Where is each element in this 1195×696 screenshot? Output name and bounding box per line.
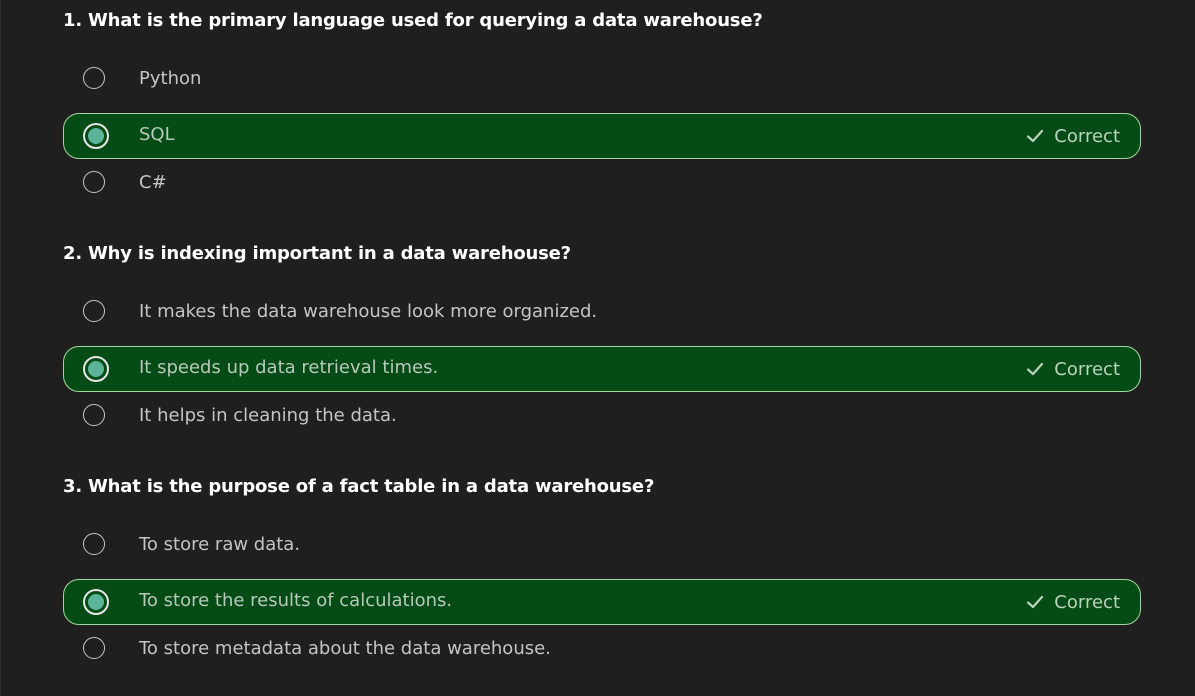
radio-button[interactable] — [83, 404, 105, 426]
feedback-text: Correct — [1054, 358, 1120, 380]
question-2-option-3[interactable]: It helps in cleaning the data. — [63, 394, 1141, 440]
quiz-page: { "questions": [ { "title": "1. What is … — [0, 0, 1195, 696]
question-1-option-2[interactable]: SQL Correct — [63, 113, 1141, 159]
question-1-option-3[interactable]: C# — [63, 161, 1141, 207]
option-label: It makes the data warehouse look more or… — [139, 301, 598, 322]
option-label: It speeds up data retrieval times. — [139, 357, 439, 378]
option-label: SQL — [139, 124, 175, 145]
option-label: To store metadata about the data warehou… — [139, 638, 551, 659]
correct-feedback: Correct — [1025, 590, 1120, 614]
option-label: To store the results of calculations. — [139, 590, 453, 611]
question-2-title: 2. Why is indexing important in a data w… — [63, 243, 571, 264]
question-2-option-1[interactable]: It makes the data warehouse look more or… — [63, 290, 1141, 336]
question-3-option-3[interactable]: To store metadata about the data warehou… — [63, 627, 1141, 673]
radio-button[interactable] — [83, 171, 105, 193]
option-label: To store raw data. — [139, 534, 301, 555]
option-label: Python — [139, 68, 202, 89]
question-3-option-2[interactable]: To store the results of calculations. Co… — [63, 579, 1141, 625]
correct-feedback: Correct — [1025, 357, 1120, 381]
question-1-title: 1. What is the primary language used for… — [63, 10, 763, 31]
correct-feedback: Correct — [1025, 124, 1120, 148]
checkmark-icon — [1027, 595, 1044, 609]
radio-button[interactable] — [83, 67, 105, 89]
question-3-title: 3. What is the purpose of a fact table i… — [63, 476, 655, 497]
radio-button-selected[interactable] — [83, 356, 109, 382]
radio-button[interactable] — [83, 533, 105, 555]
checkmark-icon — [1027, 129, 1044, 143]
radio-button-selected[interactable] — [83, 589, 109, 615]
checkmark-icon — [1027, 362, 1044, 376]
option-label: C# — [139, 172, 167, 193]
question-1-option-1[interactable]: Python — [63, 57, 1141, 103]
option-label: It helps in cleaning the data. — [139, 405, 397, 426]
radio-button-selected[interactable] — [83, 123, 109, 149]
feedback-text: Correct — [1054, 125, 1120, 147]
question-3-option-1[interactable]: To store raw data. — [63, 523, 1141, 569]
question-2-option-2[interactable]: It speeds up data retrieval times. Corre… — [63, 346, 1141, 392]
feedback-text: Correct — [1054, 591, 1120, 613]
radio-button[interactable] — [83, 637, 105, 659]
radio-button[interactable] — [83, 300, 105, 322]
